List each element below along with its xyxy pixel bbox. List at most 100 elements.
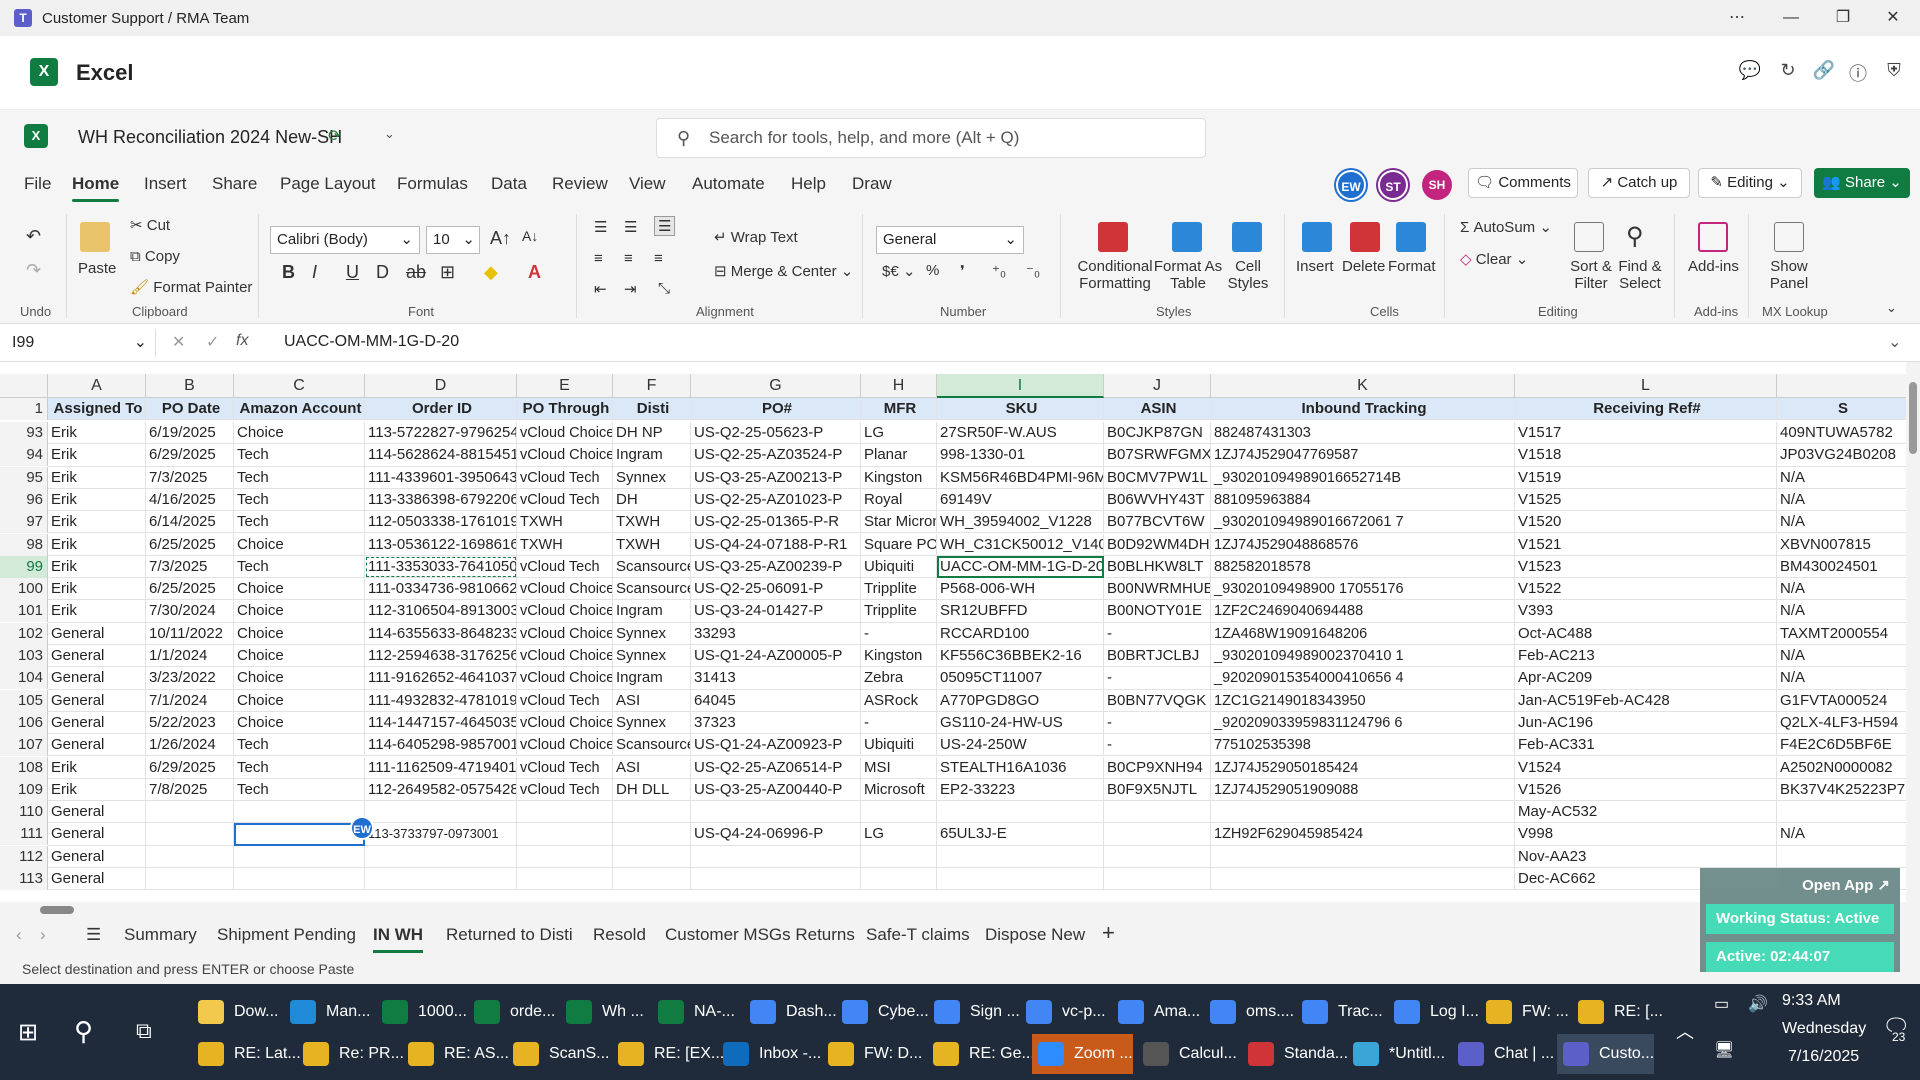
sheet-list-icon[interactable]: ☰: [86, 925, 101, 945]
taskbar-app[interactable]: Log I...: [1388, 992, 1479, 1032]
table-cell[interactable]: vCloud Tech: [517, 555, 613, 579]
prev-sheet-icon[interactable]: ‹: [16, 925, 22, 945]
table-cell[interactable]: DH DLL: [613, 778, 691, 802]
table-cell[interactable]: vCloud Tech: [517, 689, 613, 712]
taskbar-app[interactable]: Inbox -...: [717, 1034, 821, 1074]
row-number[interactable]: 106: [0, 711, 48, 734]
refresh-icon[interactable]: ↻: [1776, 60, 1800, 84]
table-cell[interactable]: [1777, 801, 1906, 824]
format-painter-button[interactable]: 🖌 Format Painter: [130, 278, 252, 296]
table-cell[interactable]: General: [48, 845, 146, 868]
row-number[interactable]: 101: [0, 600, 48, 623]
table-cell[interactable]: [146, 868, 234, 891]
align-left-icon[interactable]: ≡: [594, 250, 603, 267]
table-cell[interactable]: [613, 823, 691, 846]
table-cell[interactable]: 111-9162652-4641037: [365, 667, 517, 690]
table-cell[interactable]: General: [48, 689, 146, 712]
table-cell[interactable]: Choice: [234, 578, 365, 601]
row-number[interactable]: 109: [0, 778, 48, 801]
table-cell[interactable]: 3/23/2022: [146, 667, 234, 690]
header-cell[interactable]: Assigned To: [48, 398, 146, 421]
table-cell[interactable]: [861, 845, 937, 868]
table-cell[interactable]: A2502N0000082: [1777, 757, 1906, 779]
table-cell[interactable]: Scansource: [613, 734, 691, 757]
table-cell[interactable]: 5/22/2023: [146, 711, 234, 735]
table-cell[interactable]: vCloud Tech: [517, 466, 613, 489]
table-cell[interactable]: 1/1/2024: [146, 645, 234, 668]
table-cell[interactable]: STEALTH16A1036: [937, 756, 1104, 779]
table-cell[interactable]: [937, 845, 1104, 868]
table-cell[interactable]: Erik: [48, 444, 146, 467]
header-cell[interactable]: PO Date: [146, 398, 234, 421]
table-cell[interactable]: US-Q1-24-AZ00005-P: [691, 645, 861, 668]
header-cell[interactable]: Receiving Ref#: [1515, 398, 1777, 421]
table-cell[interactable]: -: [1104, 622, 1211, 645]
table-cell[interactable]: 882487431303: [1211, 422, 1515, 445]
table-cell[interactable]: -: [861, 711, 937, 735]
taskbar-app[interactable]: ScanS...: [507, 1034, 609, 1074]
file-name[interactable]: WH Reconciliation 2024 New-SH: [78, 127, 342, 148]
decrease-indent-icon[interactable]: ⇤: [594, 280, 607, 298]
table-cell[interactable]: B0CP9XNH94: [1104, 756, 1211, 779]
table-cell[interactable]: B0BN77VQGK: [1104, 689, 1211, 712]
header-cell[interactable]: Amazon Account: [234, 398, 365, 421]
underline-icon[interactable]: U: [346, 262, 359, 283]
table-cell[interactable]: 112-2594638-3176256: [365, 645, 517, 668]
table-cell[interactable]: 10/11/2022: [146, 622, 234, 645]
table-cell[interactable]: May-AC532: [1515, 801, 1777, 824]
header-cell[interactable]: SKU: [937, 398, 1104, 421]
table-cell[interactable]: 1ZA468W19091648206: [1211, 622, 1515, 645]
ribbon-expand-icon[interactable]: ⌄: [1886, 300, 1897, 316]
table-cell[interactable]: 775102535398: [1211, 734, 1515, 757]
spreadsheet-grid[interactable]: 1 Assigned To PO Date Amazon Account Order I…: [0, 374, 1906, 902]
table-cell[interactable]: 1ZF2C2469040694488: [1211, 600, 1515, 623]
volume-icon[interactable]: 🔊: [1748, 994, 1768, 1014]
currency-icon[interactable]: $€ ⌄: [882, 262, 915, 280]
table-cell[interactable]: Tech: [234, 488, 365, 512]
table-cell[interactable]: vCloud Choice: [517, 578, 613, 601]
table-cell[interactable]: US-Q2-25-05623-P: [691, 422, 861, 445]
table-cell[interactable]: 7/1/2024: [146, 689, 234, 712]
sheet-tab-resold[interactable]: Resold: [593, 925, 646, 945]
sheet-tab-dispose-new[interactable]: Dispose New: [985, 925, 1085, 945]
table-cell[interactable]: Ingram: [613, 600, 691, 623]
table-cell[interactable]: General: [48, 801, 146, 824]
double-underline-icon[interactable]: D: [376, 262, 389, 283]
table-cell[interactable]: Kingston: [861, 645, 937, 668]
table-cell[interactable]: [613, 801, 691, 824]
table-cell[interactable]: Ingram: [613, 667, 691, 690]
table-cell[interactable]: 27SR50F-W.AUS: [937, 422, 1104, 445]
taskbar-app[interactable]: Man...: [284, 992, 370, 1032]
taskbar-app[interactable]: Calcul...: [1137, 1034, 1237, 1074]
table-cell[interactable]: 111-0334736-9810662: [365, 578, 517, 601]
table-cell[interactable]: vCloud Choice: [517, 622, 613, 645]
tab-view[interactable]: View: [629, 174, 666, 194]
function-icon[interactable]: fx: [236, 332, 248, 350]
table-cell[interactable]: 882582018578: [1211, 555, 1515, 579]
table-cell[interactable]: _920209033959831124796 6: [1211, 711, 1515, 735]
header-cell[interactable]: Inbound Tracking: [1211, 398, 1515, 421]
table-cell[interactable]: A770PGD8GO: [937, 689, 1104, 712]
table-cell[interactable]: Synnex: [613, 645, 691, 668]
paste-button[interactable]: Paste: [78, 260, 116, 277]
header-cell[interactable]: Disti: [613, 398, 691, 421]
borders-icon[interactable]: ⊞: [440, 262, 455, 283]
table-cell[interactable]: TXWH: [613, 533, 691, 556]
table-cell[interactable]: Choice: [234, 711, 365, 735]
table-cell[interactable]: Erik: [48, 578, 146, 601]
start-button[interactable]: ⊞: [18, 1018, 38, 1047]
tab-share[interactable]: Share: [212, 174, 257, 194]
table-cell[interactable]: 37323: [691, 711, 861, 735]
row-number[interactable]: 100: [0, 578, 48, 601]
table-cell[interactable]: General: [48, 645, 146, 668]
table-cell[interactable]: 65UL3J-E: [937, 823, 1104, 846]
table-cell[interactable]: vCloud Choice: [517, 422, 613, 445]
table-cell[interactable]: Kingston: [861, 466, 937, 489]
table-cell[interactable]: WH_39594002_V1228: [937, 511, 1104, 534]
header-cell[interactable]: Order ID: [365, 398, 517, 421]
table-cell[interactable]: Ubiquiti: [861, 734, 937, 757]
table-cell[interactable]: V1521: [1515, 533, 1777, 556]
table-cell[interactable]: Erik: [48, 555, 146, 579]
table-cell[interactable]: 114-6405298-9857001: [365, 734, 517, 757]
table-cell[interactable]: LG: [861, 823, 937, 846]
